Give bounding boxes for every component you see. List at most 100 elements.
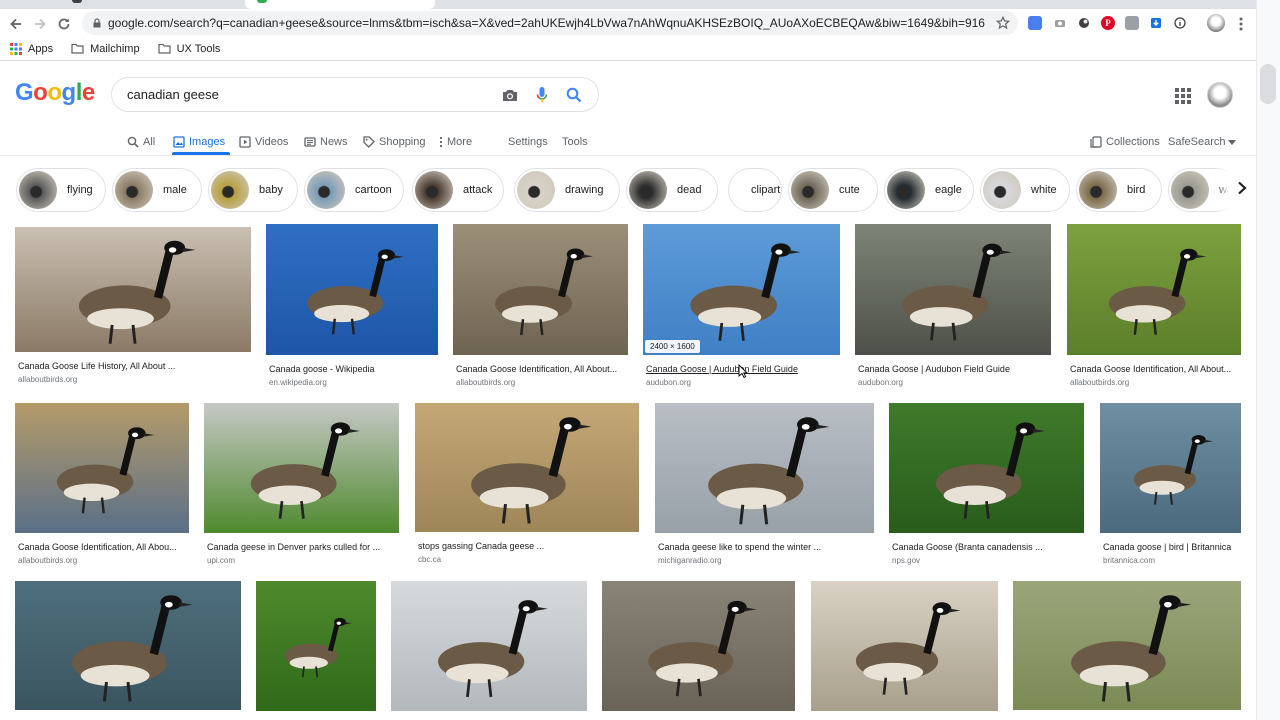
gray-extension-icon[interactable] [1125, 16, 1139, 30]
camera-extension-icon[interactable] [1053, 16, 1067, 30]
result-source[interactable]: britannica.com [1103, 556, 1155, 565]
result-thumbnail[interactable] [602, 581, 795, 711]
google-apps-icon[interactable] [1173, 86, 1193, 106]
result-thumbnail[interactable] [453, 224, 628, 355]
tab-shopping[interactable]: Shopping [363, 132, 426, 152]
result-source[interactable]: allaboutbirds.org [18, 556, 77, 565]
result-thumbnail[interactable] [1067, 224, 1241, 355]
result-title[interactable]: stops gassing Canada geese ... [418, 541, 638, 551]
image-result[interactable] [256, 581, 376, 720]
chip-attack[interactable]: attack [412, 168, 504, 212]
result-thumbnail[interactable] [415, 403, 639, 532]
result-title[interactable]: Canada goose - Wikipedia [269, 364, 437, 374]
voice-search-button[interactable] [530, 83, 554, 107]
chip-white[interactable]: white [980, 168, 1070, 212]
bookmark-apps[interactable]: Apps [10, 42, 53, 55]
tab-all[interactable]: All [127, 132, 155, 152]
bookmark-mailchimp[interactable]: Mailchimp [71, 43, 140, 55]
tab-settings[interactable]: Settings [508, 132, 548, 152]
scrollbar-thumb[interactable] [1260, 64, 1276, 104]
image-result[interactable]: Canada Goose (Branta canadensis ... nps.g… [889, 403, 1084, 567]
result-thumbnail[interactable] [1100, 403, 1241, 533]
result-thumbnail[interactable] [256, 581, 376, 711]
result-title[interactable]: Canada Goose Identification, All Abou... [18, 542, 188, 552]
result-title[interactable]: Canada Goose Identification, All About..… [1070, 364, 1240, 374]
pinterest-extension-icon[interactable]: P [1101, 16, 1115, 30]
result-thumbnail[interactable] [889, 403, 1084, 533]
forward-button[interactable] [30, 14, 50, 34]
image-result[interactable] [391, 581, 587, 720]
image-result[interactable] [602, 581, 795, 720]
image-result[interactable]: Canada Goose Identification, All About..… [453, 224, 628, 389]
result-source[interactable]: michiganradio.org [658, 556, 722, 565]
active-tab[interactable] [245, 0, 435, 9]
result-thumbnail[interactable]: 2400 × 1600 [643, 224, 840, 355]
image-result[interactable] [15, 581, 241, 720]
address-bar[interactable]: google.com/search?q=canadian+geese&sourc… [82, 11, 1018, 35]
chip-bird[interactable]: bird [1076, 168, 1162, 212]
bookmark-ux-tools[interactable]: UX Tools [157, 43, 220, 55]
account-avatar[interactable] [1207, 82, 1233, 108]
collections-link[interactable]: Collections [1090, 132, 1160, 152]
circle-extension-icon[interactable] [1077, 16, 1091, 30]
image-result[interactable]: Canada Goose Identification, All Abou...… [15, 403, 189, 567]
chip-drawing[interactable]: drawing [514, 168, 620, 212]
tab-more[interactable]: More [439, 132, 472, 152]
result-title[interactable]: Canada goose | bird | Britannica [1103, 542, 1240, 552]
chip-cartoon[interactable]: cartoon [304, 168, 404, 212]
image-result[interactable]: Canada Goose Identification, All About..… [1067, 224, 1241, 389]
image-result[interactable]: Canada geese like to spend the winter ..… [655, 403, 874, 567]
profile-avatar-small[interactable] [1207, 14, 1225, 32]
result-title[interactable]: Canada geese like to spend the winter ..… [658, 542, 873, 552]
result-source[interactable]: audubon.org [646, 378, 691, 387]
search-box[interactable]: canadian geese [111, 77, 599, 112]
chip-flying[interactable]: flying [16, 168, 106, 212]
tab-tools[interactable]: Tools [562, 132, 588, 152]
bookmark-star-button[interactable] [994, 14, 1012, 32]
image-result[interactable]: stops gassing Canada geese ... cbc.ca [415, 403, 639, 566]
chip-cute[interactable]: cute [788, 168, 878, 212]
image-result[interactable] [811, 581, 998, 720]
result-thumbnail[interactable] [266, 224, 438, 355]
result-title[interactable]: Canada Goose Identification, All About..… [456, 364, 627, 374]
result-thumbnail[interactable] [811, 581, 998, 711]
search-submit-button[interactable] [562, 83, 586, 107]
download-extension-icon[interactable] [1149, 16, 1163, 30]
chip-baby[interactable]: baby [208, 168, 298, 212]
chip-eagle[interactable]: eagle [884, 168, 974, 212]
result-title[interactable]: Canada Goose (Branta canadensis ... [892, 542, 1083, 552]
tab-videos[interactable]: Videos [239, 132, 288, 152]
result-source[interactable]: cbc.ca [418, 555, 441, 564]
browser-menu-button[interactable] [1231, 14, 1251, 34]
chip-clipart[interactable]: clipart [728, 168, 782, 212]
image-result[interactable]: Canada goose | bird | Britannica britanni… [1100, 403, 1241, 567]
image-result[interactable]: Canada Goose Life History, All About ...… [15, 227, 251, 386]
image-result[interactable] [1013, 581, 1241, 720]
result-title[interactable]: Canada Goose Life History, All About ... [18, 361, 250, 371]
result-thumbnail[interactable] [15, 227, 251, 352]
chips-next-button[interactable] [1228, 161, 1256, 215]
result-thumbnail[interactable] [204, 403, 399, 533]
safesearch-dropdown[interactable]: SafeSearch [1168, 132, 1240, 152]
result-thumbnail[interactable] [391, 581, 587, 711]
result-thumbnail[interactable] [1013, 581, 1241, 710]
result-source[interactable]: allaboutbirds.org [456, 378, 515, 387]
result-source[interactable]: allaboutbirds.org [1070, 378, 1129, 387]
result-thumbnail[interactable] [15, 403, 189, 533]
window-scrollbar[interactable] [1256, 0, 1280, 720]
info-extension-icon[interactable] [1173, 16, 1187, 30]
result-source[interactable]: allaboutbirds.org [18, 375, 77, 384]
result-thumbnail[interactable] [15, 581, 241, 710]
search-by-image-button[interactable] [498, 83, 522, 107]
result-source[interactable]: en.wikipedia.org [269, 378, 327, 387]
result-source[interactable]: upi.com [207, 556, 235, 565]
result-source[interactable]: nps.gov [892, 556, 920, 565]
chip-male[interactable]: male [112, 168, 202, 212]
chip-dead[interactable]: dead [626, 168, 718, 212]
search-input[interactable]: canadian geese [127, 87, 498, 102]
tab-images[interactable]: Images [173, 132, 225, 152]
result-thumbnail[interactable] [855, 224, 1051, 355]
image-result[interactable]: Canada Goose | Audubon Field Guide audubo… [855, 224, 1051, 389]
tab-news[interactable]: News [304, 132, 348, 152]
result-title[interactable]: Canada geese in Denver parks culled for … [207, 542, 398, 552]
